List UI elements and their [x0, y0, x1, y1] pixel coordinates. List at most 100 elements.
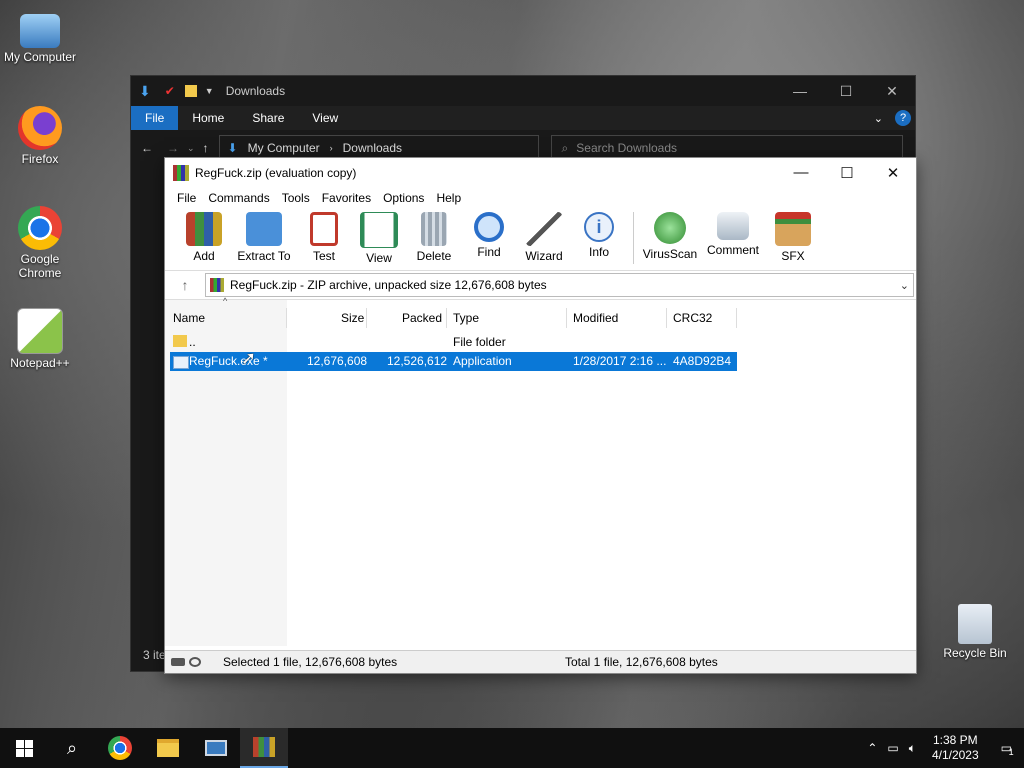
column-header-type[interactable]: Type [453, 308, 479, 328]
archive-path-field[interactable]: RegFuck.zip - ZIP archive, unpacked size… [205, 273, 914, 297]
maximize-button[interactable]: ☐ [823, 83, 869, 100]
toolbar-label: VirusScan [642, 247, 698, 261]
back-arrow-icon[interactable]: ← [141, 141, 153, 155]
comment-button[interactable]: Comment [701, 208, 765, 257]
tab-file[interactable]: File [131, 106, 179, 130]
column-divider[interactable] [736, 308, 737, 328]
key-icon[interactable] [189, 657, 201, 667]
row-packed: 12,526,612 [387, 354, 448, 368]
properties-icon[interactable]: ✔ [165, 84, 175, 98]
virus-scan-icon [654, 212, 686, 244]
search-button[interactable]: ⌕ [48, 728, 96, 768]
virusscan-button[interactable]: VirusScan [640, 208, 700, 261]
view-button[interactable]: View [352, 208, 406, 265]
explorer-ribbon: File Home Share View ⌄ ? [131, 106, 915, 130]
taskbar-remote-desktop[interactable] [192, 728, 240, 768]
trash-icon [421, 212, 447, 246]
chevron-down-icon[interactable]: ▼ [205, 86, 214, 96]
find-button[interactable]: Find [462, 208, 516, 259]
chevron-up-icon[interactable]: ⌃ [861, 741, 883, 755]
column-divider[interactable] [566, 308, 567, 328]
column-divider[interactable] [446, 308, 447, 328]
minimize-button[interactable]: — [778, 164, 824, 182]
menu-tools[interactable]: Tools [276, 191, 316, 205]
column-header-crc32[interactable]: CRC32 [673, 308, 712, 328]
chevron-down-icon[interactable]: ⌄ [874, 112, 883, 125]
menu-help[interactable]: Help [430, 191, 467, 205]
menu-commands[interactable]: Commands [202, 191, 275, 205]
breadcrumb-my-computer[interactable]: My Computer [248, 141, 320, 155]
firefox-icon [18, 106, 62, 150]
tab-view[interactable]: View [298, 111, 352, 125]
row-modified: 1/28/2017 2:16 ... [573, 354, 667, 368]
delete-button[interactable]: Delete [407, 208, 461, 263]
tab-share[interactable]: Share [238, 111, 298, 125]
taskbar-winrar[interactable] [240, 728, 288, 768]
close-button[interactable]: ✕ [869, 83, 915, 100]
winrar-window[interactable]: RegFuck.zip (evaluation copy) — ☐ ✕ File… [164, 157, 917, 674]
chevron-down-icon[interactable]: ⌄ [187, 143, 195, 154]
taskbar: ⌕ ⌃ ▭ 🔈︎ 1:38 PM 4/1/2023 ▭ 1 [0, 728, 1024, 768]
info-button[interactable]: i Info [572, 208, 626, 259]
maximize-button[interactable]: ☐ [824, 164, 870, 182]
desktop-icon-notepadpp[interactable]: Notepad++ [0, 308, 80, 370]
status-total: Total 1 file, 12,676,608 bytes [565, 655, 718, 669]
file-list[interactable]: ^ Name Size Packed Type Modified CRC32 .… [165, 296, 916, 646]
explorer-titlebar[interactable]: ⬇ ✔ ▼ Downloads — ☐ ✕ [131, 76, 915, 106]
desktop-icon-label: Recycle Bin [943, 646, 1007, 660]
sfx-button[interactable]: SFX [766, 208, 820, 263]
desktop-icon-firefox[interactable]: Firefox [0, 106, 80, 166]
desktop-icon-recycle-bin[interactable]: Recycle Bin [935, 604, 1015, 660]
clock[interactable]: 1:38 PM 4/1/2023 [922, 733, 989, 763]
forward-arrow-icon[interactable]: → [167, 141, 179, 155]
taskbar-chrome[interactable] [96, 728, 144, 768]
application-icon [173, 356, 189, 369]
volume-icon[interactable]: 🔈︎ [903, 741, 922, 756]
add-icon [186, 212, 222, 246]
help-icon[interactable]: ? [895, 110, 911, 126]
winrar-titlebar[interactable]: RegFuck.zip (evaluation copy) — ☐ ✕ [165, 158, 916, 188]
extract-folder-icon [246, 212, 282, 246]
column-header-packed[interactable]: Packed [402, 308, 442, 328]
up-folder-button[interactable]: ↑ [165, 277, 205, 293]
download-arrow-icon: ⬇ [139, 82, 151, 99]
notification-icon[interactable]: ▭ 1 [989, 741, 1024, 757]
column-divider[interactable] [286, 308, 287, 328]
chevron-down-icon[interactable]: ⌄ [900, 279, 909, 292]
menu-favorites[interactable]: Favorites [316, 191, 377, 205]
tab-home[interactable]: Home [178, 111, 238, 125]
folder-icon [157, 739, 179, 757]
wizard-button[interactable]: Wizard [517, 208, 571, 263]
desktop-icon-my-computer[interactable]: My Computer [0, 10, 80, 64]
winrar-title: RegFuck.zip (evaluation copy) [195, 166, 357, 180]
breadcrumb-downloads[interactable]: Downloads [343, 141, 402, 155]
extract-to-button[interactable]: Extract To [232, 208, 296, 263]
network-icon[interactable]: ▭ [883, 741, 902, 755]
menu-options[interactable]: Options [377, 191, 430, 205]
add-button[interactable]: Add [177, 208, 231, 263]
close-button[interactable]: ✕ [870, 164, 916, 182]
taskbar-file-explorer[interactable] [144, 728, 192, 768]
test-button[interactable]: Test [297, 208, 351, 263]
desktop-icon-chrome[interactable]: Google Chrome [0, 206, 80, 280]
desktop-icon-label: Google Chrome [18, 252, 62, 280]
clock-date: 4/1/2023 [931, 748, 979, 762]
column-header-modified[interactable]: Modified [573, 308, 618, 328]
minimize-button[interactable]: — [777, 83, 823, 100]
drive-icon[interactable] [171, 658, 185, 666]
row-type: File folder [453, 335, 506, 349]
chevron-right-icon: › [329, 143, 333, 153]
search-icon: ⌕ [66, 737, 78, 758]
column-divider[interactable] [666, 308, 667, 328]
column-header-size[interactable]: Size [341, 308, 364, 328]
toolbar-label: Add [193, 249, 215, 263]
toolbar-label: View [366, 251, 392, 265]
column-header-name[interactable]: Name [173, 308, 205, 328]
menu-file[interactable]: File [171, 191, 202, 205]
up-arrow-icon[interactable]: ↑ [203, 141, 209, 155]
column-divider[interactable] [366, 308, 367, 328]
toolbar-label: Find [477, 245, 501, 259]
start-button[interactable] [0, 728, 48, 768]
desktop-icon-label: My Computer [3, 50, 77, 64]
desktop-icon-label: Notepad++ [10, 356, 70, 370]
